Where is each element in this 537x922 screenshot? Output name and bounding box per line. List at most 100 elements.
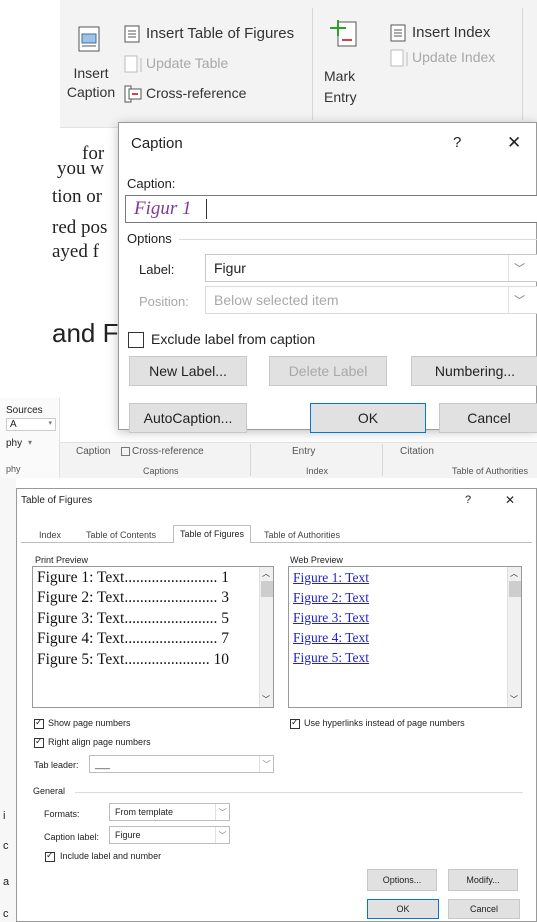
position-dropdown-value: Below selected item bbox=[214, 292, 339, 308]
document-text: you w bbox=[57, 158, 104, 179]
web-preview-link[interactable]: Figure 4: Text bbox=[293, 630, 369, 646]
caption-label-value: Figure bbox=[115, 830, 141, 840]
group-captions-label: Captions bbox=[143, 466, 179, 476]
references-ribbon-strip: Sources A ▾ phy ▾ phy Caption Cross-refe… bbox=[0, 398, 537, 478]
tab-leader-dropdown[interactable]: ___ ﹀ bbox=[89, 755, 274, 773]
bibliography-button[interactable]: phy bbox=[6, 438, 22, 449]
scroll-down-icon[interactable]: ﹀ bbox=[262, 694, 270, 705]
formats-dropdown[interactable]: From template ﹀ bbox=[109, 803, 230, 821]
close-icon[interactable]: ✕ bbox=[505, 493, 515, 507]
caption-field-label: Caption: bbox=[127, 176, 176, 191]
insert-index-icon bbox=[390, 24, 406, 42]
label-dropdown[interactable]: Figur ﹀ bbox=[205, 254, 537, 282]
cross-reference-strip-label: Cross-reference bbox=[132, 446, 204, 457]
web-preview-link[interactable]: Figure 2: Text bbox=[293, 590, 369, 606]
ribbon-separator bbox=[312, 8, 313, 120]
group-index-label: Index bbox=[306, 466, 329, 476]
mark-entry-icon bbox=[330, 20, 357, 47]
help-button[interactable]: ? bbox=[453, 134, 461, 151]
position-dropdown[interactable]: Below selected item ﹀ bbox=[205, 286, 537, 314]
close-icon[interactable]: ✕ bbox=[507, 133, 521, 153]
web-preview-link[interactable]: Figure 3: Text bbox=[293, 610, 369, 626]
scroll-thumb[interactable] bbox=[261, 581, 273, 597]
tab-table-of-contents[interactable]: Table of Contents bbox=[80, 527, 162, 543]
web-preview-scrollbar[interactable]: ︿ ﹀ bbox=[507, 567, 521, 707]
right-align-checkbox[interactable] bbox=[34, 736, 44, 748]
print-preview-label: Print Preview bbox=[35, 555, 89, 565]
modify-button[interactable]: Modify... bbox=[448, 869, 518, 891]
options-button[interactable]: Options... bbox=[367, 869, 437, 891]
group-citations-label: phy bbox=[6, 464, 21, 474]
tab-table-of-figures[interactable]: Table of Figures bbox=[173, 525, 252, 543]
cancel-button[interactable]: Cancel bbox=[448, 899, 520, 919]
tof-dialog-title: Table of Figures bbox=[21, 495, 93, 506]
divider bbox=[75, 792, 523, 793]
caption-strip-label[interactable]: Caption bbox=[76, 446, 110, 457]
document-text: tion or bbox=[52, 186, 103, 207]
chevron-down-icon: ﹀ bbox=[508, 255, 530, 281]
tab-table-of-authorities[interactable]: Table of Authorities bbox=[258, 527, 346, 543]
web-preview-box[interactable]: Figure 1: Text Figure 2: Text Figure 3: … bbox=[288, 566, 522, 708]
caption-input-value: Figur 1 bbox=[134, 198, 192, 219]
tab-leader-label: Tab leader: bbox=[34, 760, 79, 770]
insert-caption-icon bbox=[78, 26, 100, 52]
document-fragment: i bbox=[3, 810, 6, 822]
formats-label: Formats: bbox=[44, 809, 80, 819]
include-label-checkbox[interactable] bbox=[45, 850, 55, 862]
caption-label-label: Caption label: bbox=[44, 832, 100, 842]
cross-reference-label: Cross-reference bbox=[146, 85, 247, 101]
show-page-numbers-label: Show page numbers bbox=[48, 718, 131, 728]
general-label: General bbox=[33, 786, 66, 796]
mark-entry-label: Mark Entry bbox=[324, 68, 357, 105]
table-of-figures-dialog: Table of Figures ? ✕ Index Table of Cont… bbox=[16, 488, 537, 922]
text-cursor bbox=[206, 199, 207, 219]
chevron-down-icon: ﹀ bbox=[508, 287, 530, 313]
web-preview-link[interactable]: Figure 5: Text bbox=[293, 650, 369, 666]
cross-reference-icon bbox=[124, 85, 142, 103]
entry-strip-label[interactable]: Entry bbox=[292, 446, 315, 457]
caption-dialog: Caption ? ✕ Caption: Figur 1 Options Lab… bbox=[118, 122, 537, 433]
references-ribbon: Insert Caption Insert Table of Figures U… bbox=[60, 0, 537, 128]
cross-reference-strip[interactable]: Cross-reference bbox=[121, 446, 204, 457]
label-field-label: Label: bbox=[139, 262, 175, 277]
position-field-label: Position: bbox=[139, 294, 189, 309]
print-preview-box[interactable]: Figure 1: Text........................ 1… bbox=[32, 566, 274, 708]
scroll-up-icon[interactable]: ︿ bbox=[262, 568, 270, 579]
document-fragment: c bbox=[3, 908, 9, 920]
document-text: ayed f bbox=[52, 241, 99, 262]
print-preview-line: Figure 3: Text........................ 5 bbox=[37, 610, 229, 627]
scroll-thumb[interactable] bbox=[509, 581, 521, 597]
show-page-numbers-checkbox[interactable] bbox=[34, 717, 44, 729]
chevron-down-icon: ﹀ bbox=[215, 827, 229, 843]
label-dropdown-value: Figur bbox=[214, 260, 246, 276]
group-toa-label: Table of Authorities bbox=[452, 466, 529, 476]
citation-strip-label[interactable]: Citation bbox=[400, 446, 434, 457]
style-dropdown[interactable]: A ▾ bbox=[6, 418, 56, 431]
caption-dialog-title: Caption bbox=[131, 135, 183, 152]
web-preview-link[interactable]: Figure 1: Text bbox=[293, 570, 369, 586]
chevron-down-icon: ▾ bbox=[48, 420, 52, 427]
scroll-up-icon[interactable]: ︿ bbox=[510, 568, 518, 579]
caption-label-dropdown[interactable]: Figure ﹀ bbox=[109, 826, 230, 844]
caption-input[interactable]: Figur 1 bbox=[125, 195, 537, 223]
print-preview-scrollbar[interactable]: ︿ ﹀ bbox=[259, 567, 273, 707]
update-table-label: Update Table bbox=[146, 55, 229, 71]
tab-index[interactable]: Index bbox=[33, 527, 67, 543]
ok-button[interactable]: OK bbox=[367, 899, 439, 919]
print-preview-line: Figure 2: Text........................ 3 bbox=[37, 589, 229, 606]
insert-caption-button[interactable]: Insert Caption bbox=[60, 20, 118, 110]
mark-entry-button[interactable]: Mark Entry bbox=[322, 18, 372, 118]
new-label-button[interactable]: New Label... bbox=[129, 356, 247, 386]
tab-leader-value: ___ bbox=[95, 759, 111, 769]
manage-sources-label[interactable]: Sources bbox=[6, 405, 43, 416]
use-hyperlinks-checkbox[interactable] bbox=[290, 717, 300, 729]
update-table-icon bbox=[124, 55, 142, 73]
formats-value: From template bbox=[115, 807, 174, 817]
cross-reference-icon bbox=[121, 446, 130, 456]
exclude-label-checkbox[interactable] bbox=[128, 332, 144, 348]
scroll-down-icon[interactable]: ﹀ bbox=[510, 694, 518, 705]
help-button[interactable]: ? bbox=[465, 494, 471, 506]
exclude-label-text: Exclude label from caption bbox=[151, 331, 316, 347]
numbering-button[interactable]: Numbering... bbox=[411, 356, 537, 386]
delete-label-button[interactable]: Delete Label bbox=[269, 356, 387, 386]
